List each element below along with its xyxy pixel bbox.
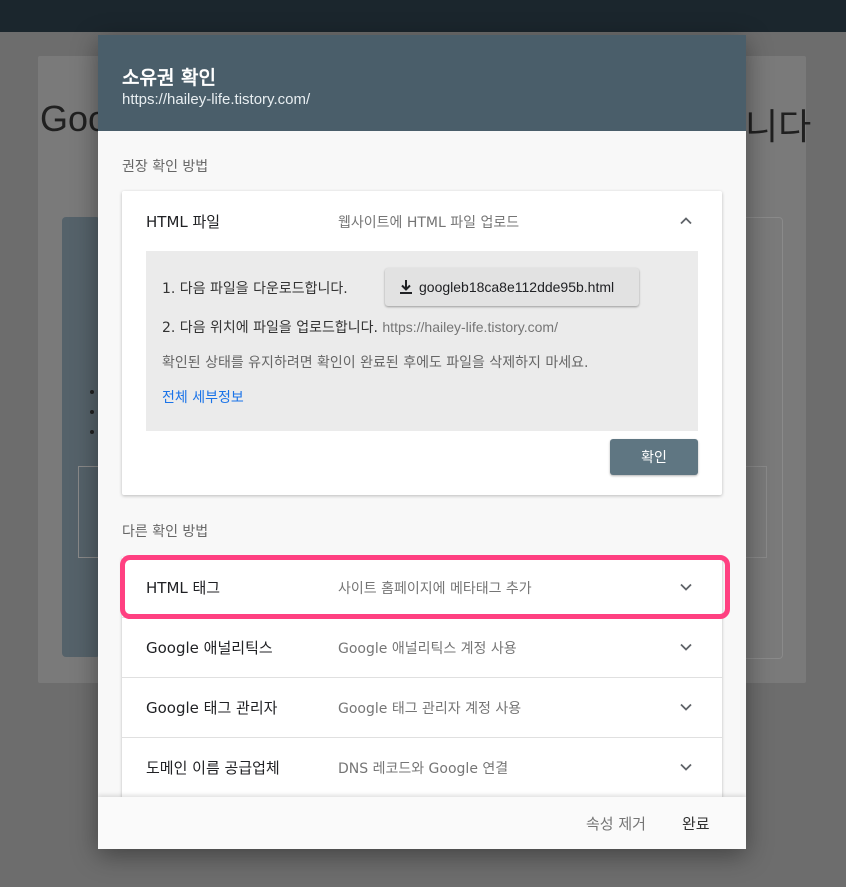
download-icon	[400, 280, 412, 294]
download-file-name: googleb18ca8e112dde95b.html	[419, 279, 615, 295]
html-file-desc: 웹사이트에 HTML 파일 업로드	[338, 215, 520, 231]
done-button[interactable]: 완료	[682, 813, 710, 834]
chevron-down-icon[interactable]	[678, 639, 694, 655]
background-bullets	[90, 390, 96, 450]
method-title: Google 애널리틱스	[146, 639, 273, 657]
other-method-label: 다른 확인 방법	[122, 524, 209, 540]
chevron-down-icon[interactable]	[678, 759, 694, 775]
step-1-text: 1. 다음 파일을 다운로드합니다.	[162, 281, 348, 297]
method-row-google-analytics[interactable]: Google 애널리틱스 Google 애널리틱스 계정 사용	[122, 617, 722, 678]
method-desc: DNS 레코드와 Google 연결	[338, 761, 509, 777]
dialog-footer: 속성 제거 완료	[98, 797, 746, 849]
method-row-html-tag[interactable]: HTML 태그 사이트 홈페이지에 메타태그 추가	[122, 557, 722, 618]
remove-property-button[interactable]: 속성 제거	[586, 813, 646, 834]
method-title: Google 태그 관리자	[146, 699, 278, 717]
html-file-title[interactable]: HTML 파일	[146, 211, 220, 232]
step-2-text: 2. 다음 위치에 파일을 업로드합니다. https://hailey-lif…	[162, 317, 558, 337]
html-file-steps: 1. 다음 파일을 다운로드합니다. googleb18ca8e112dde95…	[146, 251, 698, 431]
chevron-up-icon[interactable]	[678, 213, 694, 229]
other-methods-list: HTML 태그 사이트 홈페이지에 메타태그 추가 Google 애널리틱스 G…	[122, 557, 722, 817]
method-row-domain-provider[interactable]: 도메인 이름 공급업체 DNS 레코드와 Google 연결	[122, 737, 722, 798]
keep-file-note: 확인된 상태를 유지하려면 확인이 완료된 후에도 파일을 삭제하지 마세요.	[162, 355, 589, 371]
method-desc: 사이트 홈페이지에 메타태그 추가	[338, 581, 532, 597]
chevron-down-icon[interactable]	[678, 579, 694, 595]
method-title: 도메인 이름 공급업체	[146, 759, 280, 777]
background-box-right	[746, 466, 767, 558]
full-details-link[interactable]: 전체 세부정보	[162, 387, 244, 407]
step-2-url: https://hailey-life.tistory.com/	[382, 319, 558, 335]
method-desc: Google 애널리틱스 계정 사용	[338, 641, 517, 657]
download-file-button[interactable]: googleb18ca8e112dde95b.html	[385, 268, 639, 306]
chevron-down-icon[interactable]	[678, 699, 694, 715]
method-row-google-tag-manager[interactable]: Google 태그 관리자 Google 태그 관리자 계정 사용	[122, 677, 722, 738]
confirm-button[interactable]: 확인	[610, 439, 698, 475]
recommended-method-label: 권장 확인 방법	[122, 159, 209, 175]
dialog-subtitle: https://hailey-life.tistory.com/	[122, 91, 311, 108]
html-file-method-card: HTML 파일 웹사이트에 HTML 파일 업로드 1. 다음 파일을 다운로드…	[122, 191, 722, 495]
step-2-label: 2. 다음 위치에 파일을 업로드합니다.	[162, 320, 378, 336]
dialog-header: 소유권 확인 https://hailey-life.tistory.com/	[98, 35, 746, 131]
background-title-right: 니다	[745, 106, 812, 147]
ownership-verification-dialog: 소유권 확인 https://hailey-life.tistory.com/ …	[98, 35, 746, 849]
method-title: HTML 태그	[146, 579, 221, 597]
dialog-title: 소유권 확인	[122, 67, 217, 89]
background-panel-right	[746, 217, 783, 659]
method-desc: Google 태그 관리자 계정 사용	[338, 701, 522, 717]
top-app-bar	[0, 0, 846, 32]
